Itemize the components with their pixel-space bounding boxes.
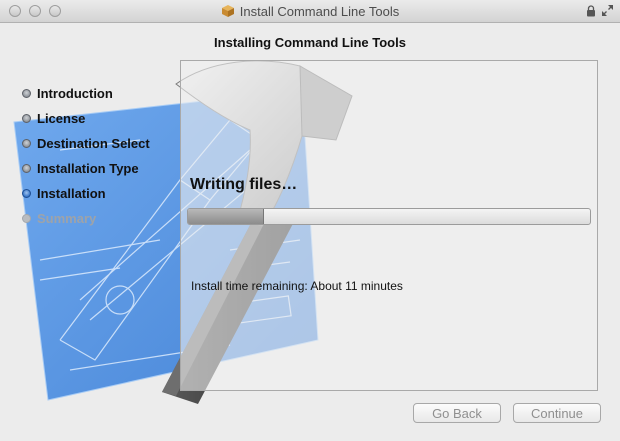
step-installation-type: Installation Type xyxy=(22,156,150,181)
step-done-bullet-icon xyxy=(22,114,31,123)
step-label: Destination Select xyxy=(37,136,150,151)
step-label: Installation xyxy=(37,186,106,201)
step-label: License xyxy=(37,111,86,126)
go-back-button[interactable]: Go Back xyxy=(413,403,501,423)
step-current-bullet-icon xyxy=(22,189,31,198)
step-installation: Installation xyxy=(22,181,150,206)
step-destination-select: Destination Select xyxy=(22,131,150,156)
window-title: Install Command Line Tools xyxy=(0,0,620,22)
fullscreen-icon[interactable] xyxy=(602,5,613,16)
step-done-bullet-icon xyxy=(22,139,31,148)
step-done-bullet-icon xyxy=(22,164,31,173)
step-summary: Summary xyxy=(22,206,150,231)
title-bar: Install Command Line Tools xyxy=(0,0,620,23)
step-introduction: Introduction xyxy=(22,81,150,106)
time-remaining-text: Install time remaining: About 11 minutes xyxy=(191,279,403,293)
content-panel: Writing files… Install time remaining: A… xyxy=(180,60,598,391)
progress-fill xyxy=(188,209,265,224)
install-status-text: Writing files… xyxy=(190,176,298,193)
step-label: Installation Type xyxy=(37,161,139,176)
installer-window: Install Command Line Tools Installing Co… xyxy=(0,0,620,441)
step-pending-bullet-icon xyxy=(22,214,31,223)
window-title-text: Install Command Line Tools xyxy=(239,3,400,19)
installer-steps: Introduction License Destination Select … xyxy=(22,81,150,231)
page-heading: Installing Command Line Tools xyxy=(214,35,406,50)
install-progress-bar xyxy=(187,208,591,225)
step-done-bullet-icon xyxy=(22,89,31,98)
step-license: License xyxy=(22,106,150,131)
step-label: Introduction xyxy=(37,86,113,101)
continue-button[interactable]: Continue xyxy=(513,403,601,423)
lock-icon xyxy=(587,5,595,17)
step-label: Summary xyxy=(37,211,97,226)
package-icon xyxy=(221,5,234,17)
